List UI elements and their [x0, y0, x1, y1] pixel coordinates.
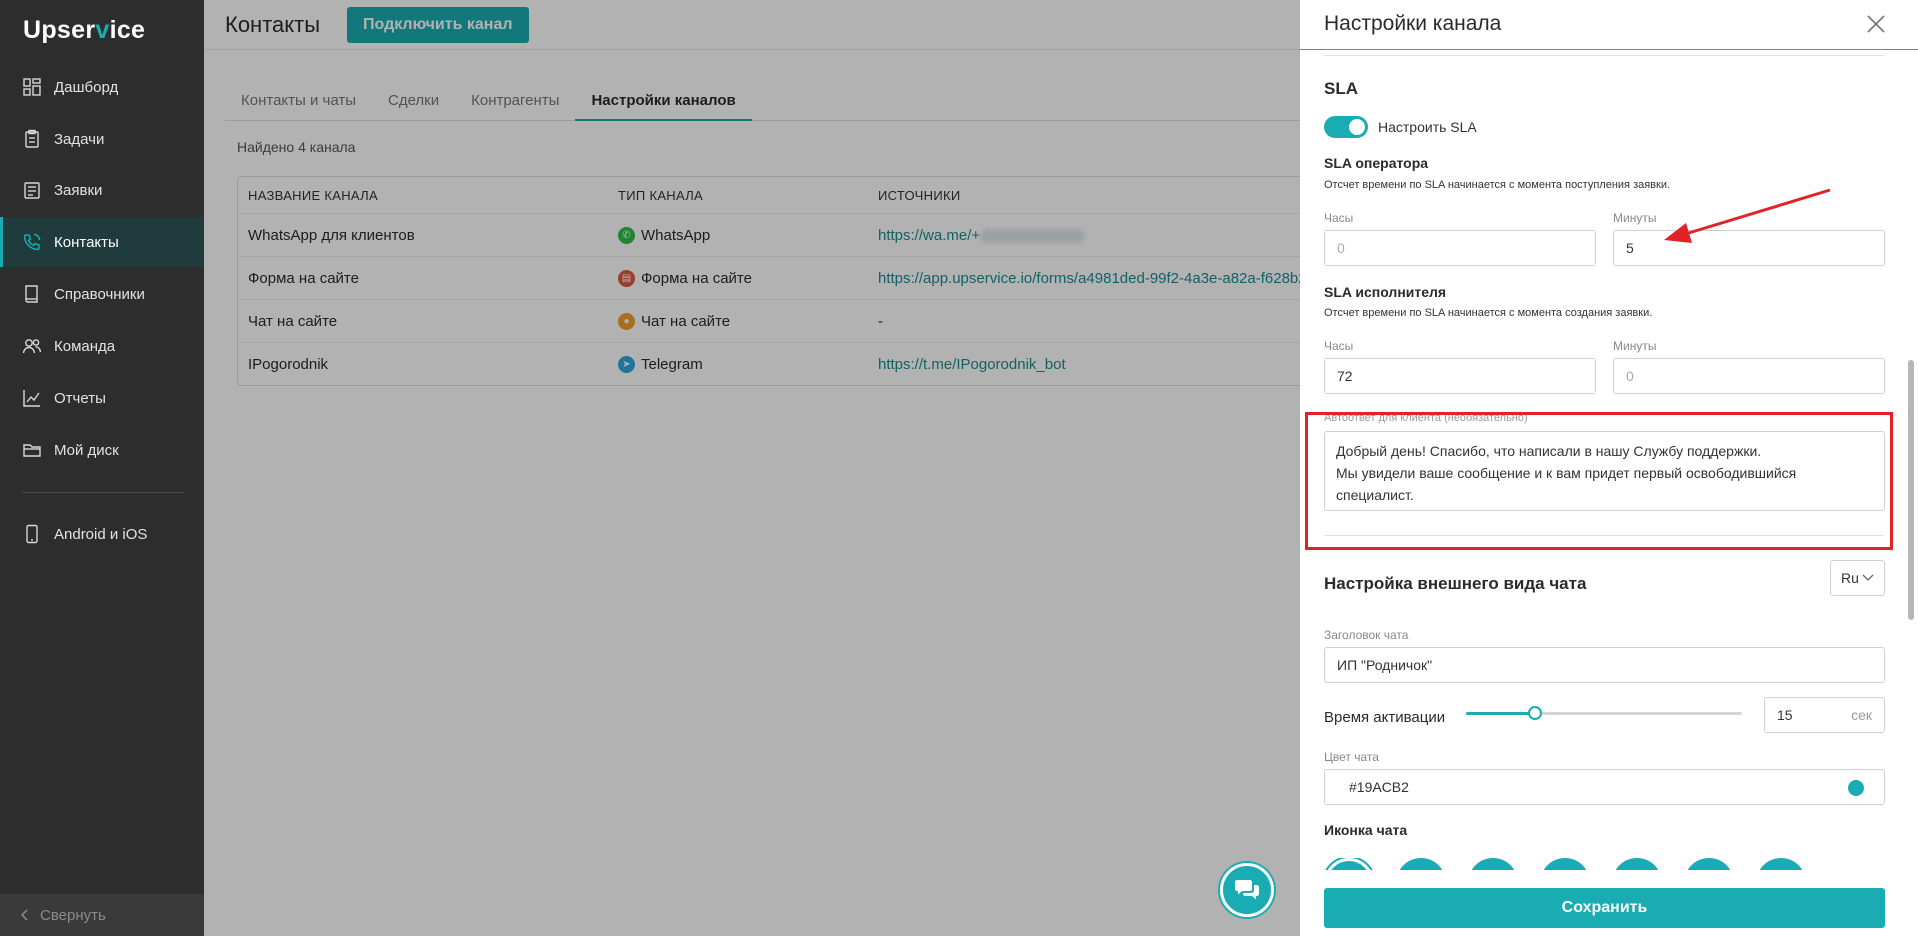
collapse-sidebar-button[interactable]: Свернуть: [0, 894, 204, 936]
sidebar-item-reports[interactable]: Отчеты: [0, 373, 204, 423]
close-icon[interactable]: [1864, 12, 1888, 36]
drawer-footer: Сохранить: [1300, 870, 1918, 936]
save-button[interactable]: Сохранить: [1324, 888, 1885, 928]
activation-slider[interactable]: [1466, 706, 1742, 720]
section-divider: [1324, 55, 1884, 56]
sidebar-item-label: Задачи: [54, 130, 105, 148]
chevron-down-icon: [1862, 574, 1874, 581]
slider-fill: [1466, 712, 1535, 715]
appearance-heading: Настройка внешнего вида чата: [1324, 574, 1587, 593]
sidebar-item-label: Контакты: [54, 233, 119, 251]
collapse-label: Свернуть: [40, 906, 106, 924]
logo-text-end: ice: [109, 16, 146, 44]
sidebar-item-contacts[interactable]: Контакты: [0, 217, 204, 267]
chat-title-input[interactable]: ИП "Родничок": [1324, 647, 1885, 683]
dashboard-icon: [23, 78, 41, 96]
drawer-scrollbar[interactable]: [1908, 360, 1914, 620]
sla-toggle-label: Настроить SLA: [1378, 119, 1477, 135]
chat-bubbles-icon: [1235, 880, 1259, 900]
activation-time-unit: сек: [1851, 707, 1872, 723]
activation-time-value: 15: [1777, 707, 1793, 723]
chat-widget-button[interactable]: [1220, 863, 1274, 917]
chat-color-input[interactable]: #19ACB2: [1324, 769, 1885, 805]
chart-icon: [23, 390, 40, 407]
activation-time-input[interactable]: 15 сек: [1764, 697, 1885, 733]
annotation-arrow-icon: [1664, 188, 1831, 243]
folder-icon: [23, 444, 41, 457]
sidebar-item-my-disk[interactable]: Мой диск: [0, 425, 204, 475]
executor-minutes-label: Минуты: [1613, 339, 1657, 353]
logo-check: v: [95, 16, 110, 44]
sidebar-item-label: Заявки: [54, 181, 103, 199]
team-icon: [22, 339, 42, 354]
sidebar-item-label: Команда: [54, 337, 116, 355]
sidebar-item-label: Мой диск: [54, 441, 119, 459]
sidebar-item-team[interactable]: Команда: [0, 321, 204, 371]
language-select[interactable]: Ru: [1830, 560, 1885, 596]
mobile-icon: [26, 524, 38, 544]
sidebar-divider: [22, 492, 184, 493]
chat-color-label: Цвет чата: [1324, 750, 1379, 764]
color-swatch[interactable]: [1848, 780, 1864, 796]
sidebar-item-dashboard[interactable]: Дашборд: [0, 62, 204, 112]
sla-toggle-row: Настроить SLA: [1324, 116, 1477, 138]
operator-hours-label: Часы: [1324, 211, 1354, 225]
sla-heading: SLA: [1324, 79, 1358, 98]
modal-overlay[interactable]: [204, 0, 1300, 936]
app-logo[interactable]: Upservice: [23, 16, 145, 45]
sla-operator-note: Отсчет времени по SLA начинается с момен…: [1324, 179, 1671, 191]
language-value: Ru: [1841, 570, 1859, 586]
sla-executor-note: Отсчет времени по SLA начинается с момен…: [1324, 307, 1653, 319]
sla-operator-title: SLA оператора: [1324, 155, 1429, 171]
chat-color-value: #19ACB2: [1349, 779, 1409, 795]
phone-icon: [23, 233, 41, 251]
sidebar-item-mobile[interactable]: Android и iOS: [0, 509, 204, 559]
drawer-header: Настройки канала: [1300, 0, 1918, 50]
activation-time-label: Время активации: [1324, 709, 1446, 726]
operator-hours-input[interactable]: 0: [1324, 230, 1596, 266]
sidebar-item-label: Android и iOS: [54, 525, 148, 543]
sidebar-item-label: Дашборд: [54, 78, 119, 96]
chat-title-label: Заголовок чата: [1324, 628, 1409, 642]
drawer-title: Настройки канала: [1324, 12, 1502, 35]
book-icon: [25, 285, 38, 303]
sidebar-item-requests[interactable]: Заявки: [0, 165, 204, 215]
chat-icon-heading: Иконка чата: [1324, 822, 1408, 838]
highlight-box: [1305, 412, 1893, 550]
executor-minutes-input[interactable]: 0: [1613, 358, 1885, 394]
executor-hours-input[interactable]: 72: [1324, 358, 1596, 394]
chevron-left-icon: [20, 909, 28, 921]
clipboard-icon: [25, 129, 39, 148]
sidebar-item-directories[interactable]: Справочники: [0, 269, 204, 319]
logo-text: Upser: [23, 16, 96, 44]
sidebar-item-tasks[interactable]: Задачи: [0, 114, 204, 164]
sla-executor-title: SLA исполнителя: [1324, 284, 1447, 300]
operator-minutes-label: Минуты: [1613, 211, 1657, 225]
sidebar: Upservice Дашборд Задачи Заявки Контакты…: [0, 0, 204, 936]
sidebar-item-label: Отчеты: [54, 389, 106, 407]
slider-handle[interactable]: [1528, 706, 1542, 720]
executor-hours-label: Часы: [1324, 339, 1354, 353]
sidebar-item-label: Справочники: [54, 285, 145, 303]
list-icon: [24, 182, 40, 199]
sla-toggle[interactable]: [1324, 116, 1368, 138]
